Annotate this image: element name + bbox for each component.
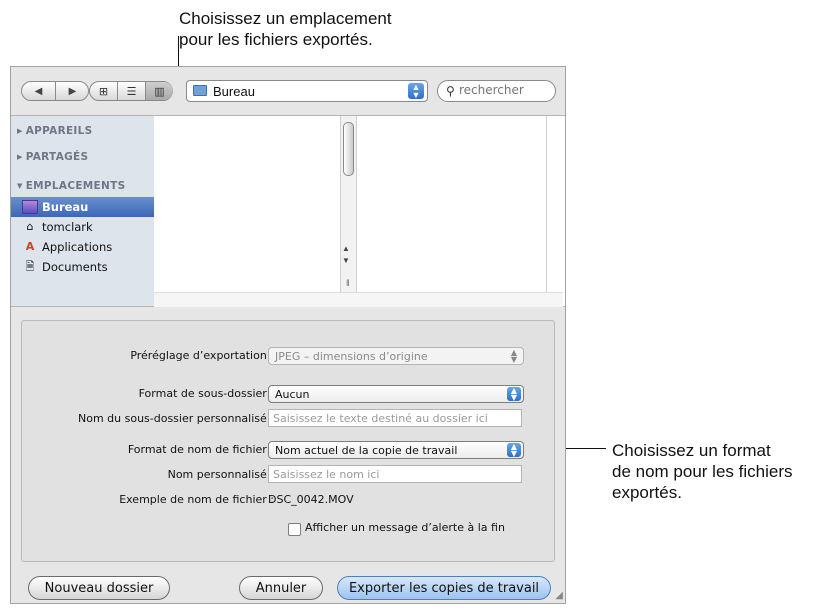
disclosure-right-icon: ▶ xyxy=(17,127,23,135)
popup-arrows-icon: ▲ ▼ xyxy=(507,387,521,402)
browser-column-1[interactable]: ▲ ▼ ‖ xyxy=(154,116,357,292)
subfolder-format-popup[interactable]: Aucun ▲ ▼ xyxy=(268,385,524,403)
export-button[interactable]: Exporter les copies de travail xyxy=(337,576,551,600)
location-label: Bureau xyxy=(213,84,255,99)
vertical-scrollbar[interactable]: ▲ ▼ ‖ xyxy=(340,116,356,292)
sidebar-item-applications[interactable]: A Applications xyxy=(11,237,154,257)
sidebar-section-label: PARTAGÉS xyxy=(25,151,89,163)
icon-view-icon[interactable]: ⊞ xyxy=(90,82,118,100)
right-callout-line-3: exportés. xyxy=(612,483,682,502)
view-mode-buttons: ⊞ ☰ ▥ xyxy=(89,81,173,101)
list-view-icon[interactable]: ☰ xyxy=(118,82,146,100)
export-preset-value: JPEG – dimensions d’origine xyxy=(275,350,428,363)
sidebar-section-label: APPAREILS xyxy=(25,125,93,137)
applications-icon: A xyxy=(25,240,35,253)
filename-example-value: DSC_0042.MOV xyxy=(268,493,354,506)
filename-format-label: Format de nom de fichier : xyxy=(127,443,274,456)
right-callout-line-2: de nom pour les fichiers xyxy=(612,462,793,481)
filename-format-popup[interactable]: Nom actuel de la copie de travail ▲ ▼ xyxy=(268,441,524,459)
cancel-button[interactable]: Annuler xyxy=(239,576,323,600)
filename-format-value: Nom actuel de la copie de travail xyxy=(275,444,458,457)
export-preset-popup[interactable]: JPEG – dimensions d’origine ▲ ▼ xyxy=(268,347,524,365)
folder-icon xyxy=(193,85,207,96)
sidebar: ▶ APPAREILS ▶ PARTAGÉS ▼ EMPLACEMENTS Burea… xyxy=(11,115,154,307)
desktop-icon xyxy=(22,200,38,214)
sidebar-item-label: Bureau xyxy=(42,200,89,214)
sidebar-item-tomclark[interactable]: ⌂ tomclark xyxy=(11,217,154,237)
popup-arrows-icon: ▲ ▼ xyxy=(507,443,521,458)
sidebar-item-label: tomclark xyxy=(42,220,93,234)
custom-subfolder-label: Nom du sous-dossier personnalisé : xyxy=(77,412,274,425)
scroll-up-icon[interactable]: ▲ xyxy=(342,244,350,253)
resize-grip-icon[interactable]: ◢ xyxy=(555,590,563,601)
documents-icon: 🗎 xyxy=(25,260,35,273)
navigation-buttons: ◀ ▶ xyxy=(21,81,89,101)
scroll-down-icon[interactable]: ▼ xyxy=(342,256,350,265)
alert-checkbox-label[interactable]: Afficher un message d’alerte à la fin xyxy=(305,521,505,534)
disclosure-right-icon: ▶ xyxy=(17,153,23,161)
disclosure-down-icon: ▼ xyxy=(17,182,23,190)
custom-subfolder-input[interactable] xyxy=(268,409,522,427)
scroll-thumb[interactable] xyxy=(343,122,354,176)
popup-arrows-icon: ▲ ▼ xyxy=(510,348,518,364)
filename-example-label: Exemple de nom de fichier : xyxy=(119,493,274,506)
export-dialog: ◀ ▶ ⊞ ☰ ▥ Bureau ▲▼ ⚲ ▶APPAREILS ▶PARTAG… xyxy=(10,66,566,604)
sidebar-section-label: EMPLACEMENTS xyxy=(25,180,126,192)
subfolder-format-value: Aucun xyxy=(275,388,310,401)
file-browser[interactable]: ▲ ▼ ‖ xyxy=(154,115,565,307)
top-callout-line-2: pour les fichiers exportés. xyxy=(179,30,373,49)
right-callout: Choisissez un format de nom pour les fic… xyxy=(612,440,792,503)
sidebar-item-bureau[interactable]: Bureau xyxy=(11,197,154,217)
top-callout: Choisissez un emplacement pour les fichi… xyxy=(179,8,392,50)
horizontal-scroll-strip[interactable] xyxy=(154,292,563,307)
subfolder-format-label: Format de sous-dossier : xyxy=(138,387,274,400)
right-callout-line-1: Choisissez un format xyxy=(612,441,771,460)
popup-arrows-icon: ▲ ▼ xyxy=(408,83,424,100)
back-arrow-icon[interactable]: ◀ xyxy=(22,82,56,100)
sidebar-item-documents[interactable]: 🗎 Documents xyxy=(11,257,154,277)
custom-name-label: Nom personnalisé : xyxy=(167,468,274,481)
column-view-icon[interactable]: ▥ xyxy=(146,82,173,100)
sidebar-section-appareils[interactable]: ▶ APPAREILS xyxy=(17,125,93,137)
sidebar-item-label: Applications xyxy=(42,240,113,254)
preset-label: Préréglage d’exportation : xyxy=(130,349,274,362)
sidebar-section-emplacements[interactable]: ▼ EMPLACEMENTS xyxy=(17,180,125,192)
sidebar-section-partages[interactable]: ▶ PARTAGÉS xyxy=(17,151,88,163)
search-input[interactable] xyxy=(459,83,549,97)
sidebar-item-label: Documents xyxy=(42,260,108,274)
location-popup[interactable]: Bureau ▲ ▼ xyxy=(186,80,428,102)
export-options-panel: Préréglage d’exportation : JPEG – dimens… xyxy=(21,320,555,562)
forward-arrow-icon[interactable]: ▶ xyxy=(56,82,89,100)
alert-checkbox[interactable] xyxy=(288,523,301,536)
browser-column-2[interactable] xyxy=(356,116,547,292)
column-resize-grip-icon[interactable]: ‖ xyxy=(346,278,350,288)
top-callout-line-1: Choisissez un emplacement xyxy=(179,9,392,28)
custom-name-input[interactable] xyxy=(268,465,522,483)
search-field[interactable]: ⚲ xyxy=(437,80,556,102)
new-folder-button[interactable]: Nouveau dossier xyxy=(28,576,170,600)
search-icon: ⚲ xyxy=(446,84,455,98)
home-icon: ⌂ xyxy=(26,220,34,233)
